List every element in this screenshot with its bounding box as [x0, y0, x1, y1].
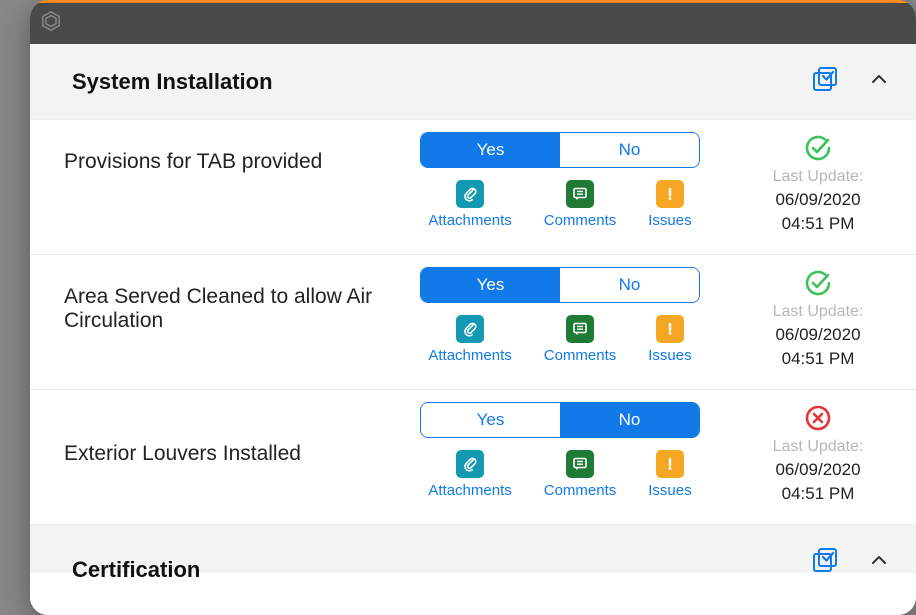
update-date: 06/09/2020	[775, 190, 860, 210]
attachments-label: Attachments	[428, 482, 511, 499]
issues-label: Issues	[648, 212, 691, 229]
attachment-icon	[456, 180, 484, 208]
issues-label: Issues	[648, 347, 691, 364]
no-button[interactable]: No	[560, 268, 699, 302]
comments-link[interactable]: Comments	[544, 180, 617, 229]
status-ok-icon	[804, 269, 832, 297]
action-links: Attachments Comments Issues	[428, 450, 691, 499]
section-actions	[812, 546, 888, 579]
comments-label: Comments	[544, 482, 617, 499]
update-time: 04:51 PM	[782, 214, 855, 234]
attachment-icon	[456, 315, 484, 343]
last-update-label: Last Update:	[773, 438, 864, 456]
comments-link[interactable]: Comments	[544, 315, 617, 364]
update-time: 04:51 PM	[782, 349, 855, 369]
comments-label: Comments	[544, 347, 617, 364]
update-date: 06/09/2020	[775, 325, 860, 345]
attachment-icon	[456, 450, 484, 478]
checklist-row: Provisions for TAB provided Yes No Attac…	[30, 120, 916, 255]
update-time: 04:51 PM	[782, 484, 855, 504]
status-column: Last Update: 06/09/2020 04:51 PM	[720, 132, 916, 234]
checklist-row: Exterior Louvers Installed Yes No Attach…	[30, 390, 916, 525]
attachments-label: Attachments	[428, 347, 511, 364]
no-button[interactable]: No	[560, 403, 699, 437]
checklist-controls: Yes No Attachments Comments	[400, 402, 720, 504]
attachments-link[interactable]: Attachments	[428, 315, 511, 364]
app-logo-icon	[40, 10, 62, 37]
chevron-up-icon[interactable]	[870, 551, 888, 574]
status-column: Last Update: 06/09/2020 04:51 PM	[720, 267, 916, 369]
issue-icon	[656, 180, 684, 208]
chevron-up-icon[interactable]	[870, 70, 888, 93]
multi-check-icon[interactable]	[812, 65, 840, 98]
checklist-item-label: Area Served Cleaned to allow Air Circula…	[30, 267, 400, 369]
checklist-item-label: Provisions for TAB provided	[30, 132, 400, 234]
comment-icon	[566, 450, 594, 478]
update-date: 06/09/2020	[775, 460, 860, 480]
action-links: Attachments Comments Issues	[428, 315, 691, 364]
section-title: Certification	[72, 557, 200, 583]
yes-button[interactable]: Yes	[421, 268, 560, 302]
action-links: Attachments Comments Issues	[428, 180, 691, 229]
window-frame: System Installation Provisions f	[30, 0, 916, 615]
section-title: System Installation	[72, 69, 273, 95]
issue-icon	[656, 450, 684, 478]
yes-no-toggle: Yes No	[420, 132, 700, 168]
section-header-system-installation: System Installation	[30, 44, 916, 120]
attachments-label: Attachments	[428, 212, 511, 229]
titlebar	[30, 0, 916, 44]
section-header-certification: Certification	[30, 525, 916, 573]
comments-link[interactable]: Comments	[544, 450, 617, 499]
yes-no-toggle: Yes No	[420, 267, 700, 303]
comment-icon	[566, 180, 594, 208]
yes-button[interactable]: Yes	[421, 403, 560, 437]
comments-label: Comments	[544, 212, 617, 229]
checklist-row: Area Served Cleaned to allow Air Circula…	[30, 255, 916, 390]
issues-link[interactable]: Issues	[648, 450, 691, 499]
issues-link[interactable]: Issues	[648, 315, 691, 364]
attachments-link[interactable]: Attachments	[428, 450, 511, 499]
yes-button[interactable]: Yes	[421, 133, 560, 167]
status-ok-icon	[804, 134, 832, 162]
status-fail-icon	[804, 404, 832, 432]
last-update-label: Last Update:	[773, 168, 864, 186]
issues-label: Issues	[648, 482, 691, 499]
attachments-link[interactable]: Attachments	[428, 180, 511, 229]
issues-link[interactable]: Issues	[648, 180, 691, 229]
yes-no-toggle: Yes No	[420, 402, 700, 438]
no-button[interactable]: No	[560, 133, 699, 167]
checklist-item-label: Exterior Louvers Installed	[30, 402, 400, 504]
comment-icon	[566, 315, 594, 343]
status-column: Last Update: 06/09/2020 04:51 PM	[720, 402, 916, 504]
issue-icon	[656, 315, 684, 343]
section-actions	[812, 65, 888, 98]
last-update-label: Last Update:	[773, 303, 864, 321]
checklist-controls: Yes No Attachments Comments	[400, 267, 720, 369]
checklist-controls: Yes No Attachments Comments	[400, 132, 720, 234]
multi-check-icon[interactable]	[812, 546, 840, 579]
content-area: System Installation Provisions f	[30, 44, 916, 615]
